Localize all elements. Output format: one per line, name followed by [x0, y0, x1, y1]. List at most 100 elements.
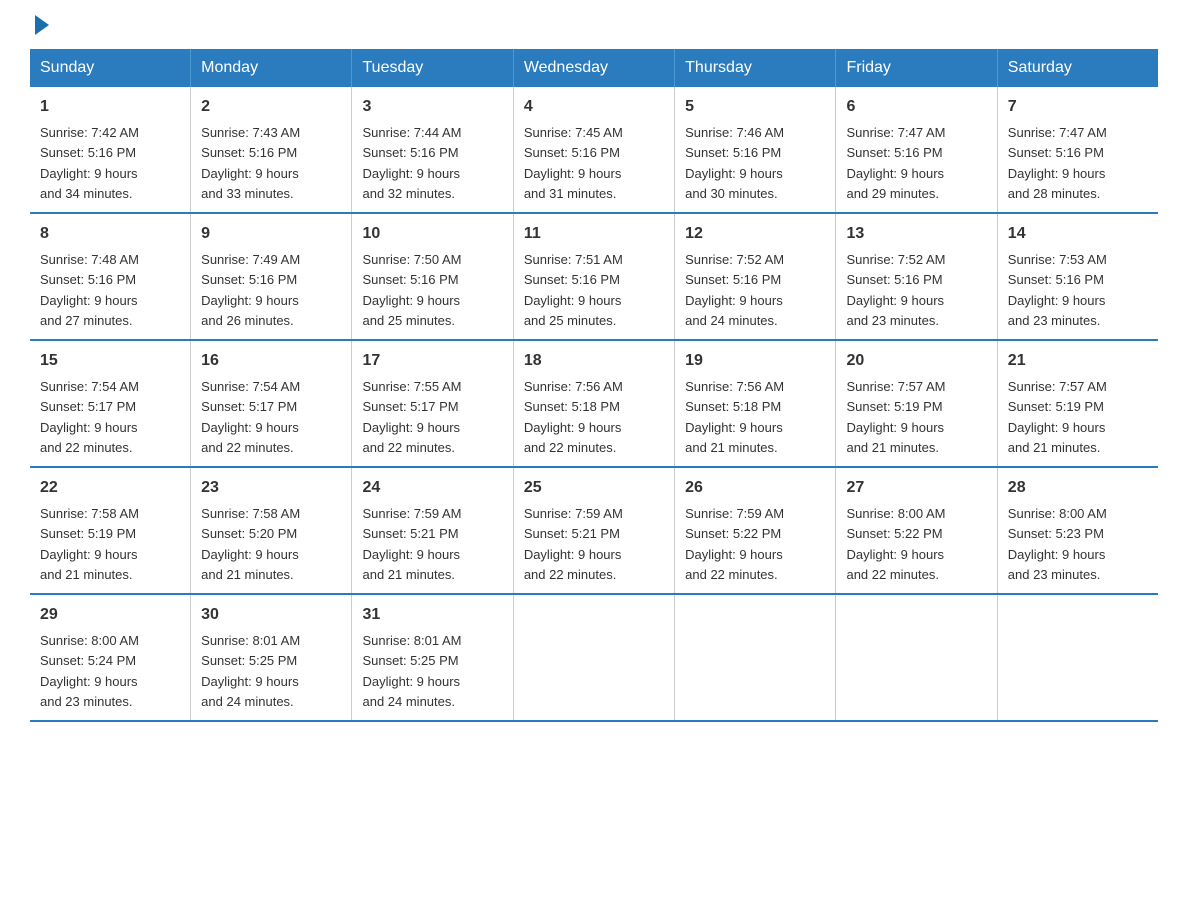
day-cell: 10 Sunrise: 7:50 AMSunset: 5:16 PMDaylig… — [352, 213, 513, 340]
day-number: 29 — [40, 603, 180, 627]
day-number: 17 — [362, 349, 502, 373]
header-cell-friday: Friday — [836, 49, 997, 87]
day-cell: 7 Sunrise: 7:47 AMSunset: 5:16 PMDayligh… — [997, 87, 1158, 213]
day-number: 16 — [201, 349, 341, 373]
week-row-3: 15 Sunrise: 7:54 AMSunset: 5:17 PMDaylig… — [30, 340, 1158, 467]
day-number: 22 — [40, 476, 180, 500]
day-cell: 28 Sunrise: 8:00 AMSunset: 5:23 PMDaylig… — [997, 467, 1158, 594]
day-info: Sunrise: 7:58 AMSunset: 5:19 PMDaylight:… — [40, 506, 139, 582]
day-cell: 9 Sunrise: 7:49 AMSunset: 5:16 PMDayligh… — [191, 213, 352, 340]
day-info: Sunrise: 7:59 AMSunset: 5:21 PMDaylight:… — [362, 506, 461, 582]
logo-arrow-icon — [35, 15, 49, 35]
day-cell: 18 Sunrise: 7:56 AMSunset: 5:18 PMDaylig… — [513, 340, 674, 467]
day-number: 9 — [201, 222, 341, 246]
week-row-5: 29 Sunrise: 8:00 AMSunset: 5:24 PMDaylig… — [30, 594, 1158, 721]
day-info: Sunrise: 7:56 AMSunset: 5:18 PMDaylight:… — [524, 379, 623, 455]
day-number: 13 — [846, 222, 986, 246]
day-number: 7 — [1008, 95, 1148, 119]
day-number: 5 — [685, 95, 825, 119]
day-cell: 23 Sunrise: 7:58 AMSunset: 5:20 PMDaylig… — [191, 467, 352, 594]
day-cell: 27 Sunrise: 8:00 AMSunset: 5:22 PMDaylig… — [836, 467, 997, 594]
day-cell: 31 Sunrise: 8:01 AMSunset: 5:25 PMDaylig… — [352, 594, 513, 721]
day-cell: 4 Sunrise: 7:45 AMSunset: 5:16 PMDayligh… — [513, 87, 674, 213]
day-number: 20 — [846, 349, 986, 373]
day-number: 19 — [685, 349, 825, 373]
day-info: Sunrise: 7:54 AMSunset: 5:17 PMDaylight:… — [201, 379, 300, 455]
day-cell: 25 Sunrise: 7:59 AMSunset: 5:21 PMDaylig… — [513, 467, 674, 594]
day-info: Sunrise: 7:45 AMSunset: 5:16 PMDaylight:… — [524, 125, 623, 201]
day-info: Sunrise: 7:56 AMSunset: 5:18 PMDaylight:… — [685, 379, 784, 455]
day-info: Sunrise: 8:01 AMSunset: 5:25 PMDaylight:… — [201, 633, 300, 709]
day-cell: 30 Sunrise: 8:01 AMSunset: 5:25 PMDaylig… — [191, 594, 352, 721]
day-number: 10 — [362, 222, 502, 246]
day-info: Sunrise: 7:46 AMSunset: 5:16 PMDaylight:… — [685, 125, 784, 201]
day-info: Sunrise: 8:00 AMSunset: 5:22 PMDaylight:… — [846, 506, 945, 582]
day-number: 8 — [40, 222, 180, 246]
day-info: Sunrise: 7:53 AMSunset: 5:16 PMDaylight:… — [1008, 252, 1107, 328]
day-number: 30 — [201, 603, 341, 627]
day-number: 15 — [40, 349, 180, 373]
day-cell: 5 Sunrise: 7:46 AMSunset: 5:16 PMDayligh… — [675, 87, 836, 213]
day-cell — [836, 594, 997, 721]
day-info: Sunrise: 7:49 AMSunset: 5:16 PMDaylight:… — [201, 252, 300, 328]
day-number: 18 — [524, 349, 664, 373]
day-info: Sunrise: 7:59 AMSunset: 5:21 PMDaylight:… — [524, 506, 623, 582]
day-info: Sunrise: 7:57 AMSunset: 5:19 PMDaylight:… — [1008, 379, 1107, 455]
day-info: Sunrise: 7:42 AMSunset: 5:16 PMDaylight:… — [40, 125, 139, 201]
day-number: 25 — [524, 476, 664, 500]
day-cell: 26 Sunrise: 7:59 AMSunset: 5:22 PMDaylig… — [675, 467, 836, 594]
day-cell: 15 Sunrise: 7:54 AMSunset: 5:17 PMDaylig… — [30, 340, 191, 467]
day-cell: 11 Sunrise: 7:51 AMSunset: 5:16 PMDaylig… — [513, 213, 674, 340]
header-cell-monday: Monday — [191, 49, 352, 87]
page-header — [30, 20, 1158, 29]
calendar-table: SundayMondayTuesdayWednesdayThursdayFrid… — [30, 49, 1158, 722]
header-cell-thursday: Thursday — [675, 49, 836, 87]
calendar-body: 1 Sunrise: 7:42 AMSunset: 5:16 PMDayligh… — [30, 87, 1158, 721]
day-cell: 22 Sunrise: 7:58 AMSunset: 5:19 PMDaylig… — [30, 467, 191, 594]
day-number: 3 — [362, 95, 502, 119]
day-cell: 21 Sunrise: 7:57 AMSunset: 5:19 PMDaylig… — [997, 340, 1158, 467]
day-cell: 8 Sunrise: 7:48 AMSunset: 5:16 PMDayligh… — [30, 213, 191, 340]
day-cell: 13 Sunrise: 7:52 AMSunset: 5:16 PMDaylig… — [836, 213, 997, 340]
week-row-1: 1 Sunrise: 7:42 AMSunset: 5:16 PMDayligh… — [30, 87, 1158, 213]
day-number: 1 — [40, 95, 180, 119]
day-number: 6 — [846, 95, 986, 119]
day-number: 26 — [685, 476, 825, 500]
header-cell-wednesday: Wednesday — [513, 49, 674, 87]
day-info: Sunrise: 8:00 AMSunset: 5:23 PMDaylight:… — [1008, 506, 1107, 582]
day-info: Sunrise: 7:57 AMSunset: 5:19 PMDaylight:… — [846, 379, 945, 455]
day-info: Sunrise: 8:01 AMSunset: 5:25 PMDaylight:… — [362, 633, 461, 709]
day-number: 31 — [362, 603, 502, 627]
day-number: 23 — [201, 476, 341, 500]
day-cell: 2 Sunrise: 7:43 AMSunset: 5:16 PMDayligh… — [191, 87, 352, 213]
day-number: 12 — [685, 222, 825, 246]
day-info: Sunrise: 7:47 AMSunset: 5:16 PMDaylight:… — [846, 125, 945, 201]
day-cell: 24 Sunrise: 7:59 AMSunset: 5:21 PMDaylig… — [352, 467, 513, 594]
day-info: Sunrise: 7:43 AMSunset: 5:16 PMDaylight:… — [201, 125, 300, 201]
day-cell: 16 Sunrise: 7:54 AMSunset: 5:17 PMDaylig… — [191, 340, 352, 467]
day-number: 4 — [524, 95, 664, 119]
day-info: Sunrise: 7:54 AMSunset: 5:17 PMDaylight:… — [40, 379, 139, 455]
day-number: 24 — [362, 476, 502, 500]
day-info: Sunrise: 7:50 AMSunset: 5:16 PMDaylight:… — [362, 252, 461, 328]
day-number: 27 — [846, 476, 986, 500]
day-info: Sunrise: 7:55 AMSunset: 5:17 PMDaylight:… — [362, 379, 461, 455]
day-number: 28 — [1008, 476, 1148, 500]
day-number: 2 — [201, 95, 341, 119]
calendar-header: SundayMondayTuesdayWednesdayThursdayFrid… — [30, 49, 1158, 87]
day-cell — [997, 594, 1158, 721]
day-cell: 1 Sunrise: 7:42 AMSunset: 5:16 PMDayligh… — [30, 87, 191, 213]
logo — [30, 20, 49, 29]
day-info: Sunrise: 7:58 AMSunset: 5:20 PMDaylight:… — [201, 506, 300, 582]
day-info: Sunrise: 7:52 AMSunset: 5:16 PMDaylight:… — [846, 252, 945, 328]
header-cell-tuesday: Tuesday — [352, 49, 513, 87]
day-info: Sunrise: 7:51 AMSunset: 5:16 PMDaylight:… — [524, 252, 623, 328]
day-info: Sunrise: 8:00 AMSunset: 5:24 PMDaylight:… — [40, 633, 139, 709]
header-row: SundayMondayTuesdayWednesdayThursdayFrid… — [30, 49, 1158, 87]
day-cell: 12 Sunrise: 7:52 AMSunset: 5:16 PMDaylig… — [675, 213, 836, 340]
day-info: Sunrise: 7:47 AMSunset: 5:16 PMDaylight:… — [1008, 125, 1107, 201]
day-cell — [675, 594, 836, 721]
day-cell: 14 Sunrise: 7:53 AMSunset: 5:16 PMDaylig… — [997, 213, 1158, 340]
day-info: Sunrise: 7:44 AMSunset: 5:16 PMDaylight:… — [362, 125, 461, 201]
day-cell — [513, 594, 674, 721]
